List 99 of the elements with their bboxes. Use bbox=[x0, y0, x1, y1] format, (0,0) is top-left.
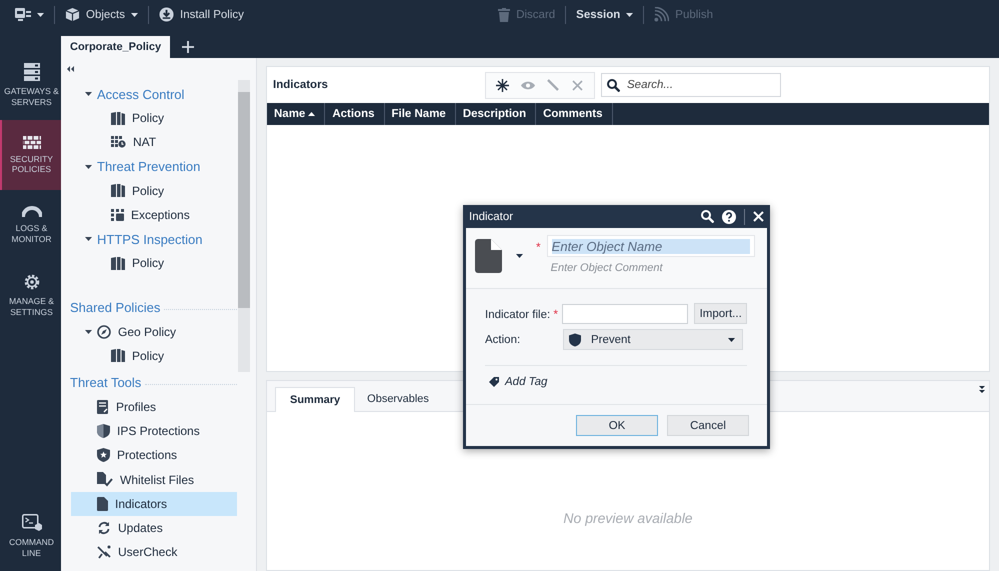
tree-item[interactable]: NAT bbox=[71, 130, 237, 155]
signal-icon bbox=[654, 7, 670, 22]
grid-clock-icon bbox=[111, 136, 126, 148]
dots-grid-icon bbox=[111, 209, 124, 222]
nav-item[interactable]: LOGS & MONITOR bbox=[0, 190, 61, 260]
caret-icon bbox=[37, 12, 44, 16]
tree-item[interactable]: Profiles bbox=[71, 394, 237, 420]
book-icon bbox=[111, 349, 125, 362]
dialog-button[interactable]: OK bbox=[576, 415, 658, 436]
required-mark: * bbox=[536, 240, 541, 254]
eye-icon bbox=[520, 80, 534, 90]
brick-wall-icon bbox=[22, 136, 40, 149]
tree-item[interactable]: Updates bbox=[71, 516, 237, 540]
tree-item[interactable]: Policy bbox=[71, 106, 237, 130]
close-icon[interactable] bbox=[753, 211, 764, 222]
gear-icon bbox=[22, 273, 40, 292]
dialog-button[interactable]: Cancel bbox=[667, 415, 749, 436]
comment-field[interactable]: Enter Object Comment bbox=[546, 260, 763, 275]
add-tab-icon[interactable] bbox=[182, 41, 194, 53]
collapse-icon[interactable] bbox=[979, 386, 985, 394]
column-header[interactable]: Description bbox=[456, 103, 536, 125]
terminal-icon bbox=[22, 514, 42, 532]
section-heading: Threat Tools bbox=[70, 370, 237, 395]
nav-item[interactable]: MANAGE & SETTINGS bbox=[0, 260, 61, 330]
tree-item[interactable]: Protections bbox=[71, 443, 237, 468]
tree-item[interactable]: Whitelist Files bbox=[71, 467, 237, 492]
tag-icon bbox=[489, 377, 499, 387]
nav-item[interactable]: SECURITY POLICIES bbox=[0, 120, 61, 190]
collapse-icon[interactable] bbox=[67, 66, 74, 72]
shield-icon bbox=[97, 424, 110, 438]
tree-item[interactable]: Indicators bbox=[71, 492, 237, 516]
details-tab[interactable]: Observables bbox=[355, 387, 441, 411]
import-button[interactable]: Import... bbox=[694, 303, 747, 324]
toolbar-button[interactable]: Session bbox=[576, 8, 634, 20]
app-menu-button[interactable] bbox=[15, 8, 44, 21]
book-icon bbox=[111, 112, 125, 125]
caret-icon bbox=[84, 237, 92, 242]
delete-icon bbox=[572, 80, 583, 90]
refresh-icon bbox=[97, 520, 111, 535]
nav-item[interactable]: COMMAND LINE bbox=[0, 507, 61, 565]
tree-item[interactable]: IPS Protections bbox=[71, 419, 237, 444]
column-header[interactable]: Comments bbox=[536, 103, 613, 125]
gauge-icon bbox=[22, 206, 42, 218]
caret-icon bbox=[84, 164, 92, 169]
tree-item[interactable]: Exceptions bbox=[71, 202, 237, 228]
nav-item[interactable]: GATEWAYS & SERVERS bbox=[0, 50, 61, 120]
action-dropdown[interactable]: Prevent bbox=[563, 329, 743, 350]
empty-message: No preview available bbox=[563, 510, 693, 528]
file-icon bbox=[475, 239, 502, 273]
details-tab[interactable]: Summary bbox=[275, 387, 356, 412]
tree-item[interactable]: HTTPS Inspection bbox=[71, 227, 237, 252]
tree-item[interactable]: Policy bbox=[71, 178, 237, 203]
file-icon bbox=[97, 496, 108, 511]
file-check-icon bbox=[97, 472, 113, 488]
pencil-icon bbox=[546, 79, 558, 91]
name-field[interactable]: Enter Object Name bbox=[546, 235, 755, 257]
tree-item[interactable]: Threat Prevention bbox=[71, 154, 237, 179]
shield-icon bbox=[569, 332, 581, 346]
panel-title: Indicators bbox=[273, 79, 329, 91]
field-label: Action: bbox=[485, 334, 522, 346]
add-tag-link[interactable]: Add Tag bbox=[489, 376, 548, 388]
input-field[interactable] bbox=[562, 304, 688, 324]
column-header[interactable]: Actions bbox=[325, 103, 384, 125]
policy-tab[interactable]: Corporate_Policy bbox=[61, 36, 170, 58]
caret-icon bbox=[84, 330, 92, 334]
caret-icon bbox=[728, 338, 735, 342]
compass-icon bbox=[97, 324, 111, 339]
toolbar-button[interactable]: Objects bbox=[65, 7, 138, 22]
dialog-title: Indicator bbox=[469, 210, 514, 222]
tree-item[interactable]: Policy bbox=[71, 344, 237, 368]
trash-icon bbox=[498, 8, 510, 22]
app-menu-icon bbox=[15, 8, 31, 21]
form-icon bbox=[97, 400, 109, 414]
object-icon-picker[interactable] bbox=[475, 239, 523, 273]
column-header[interactable]: Name bbox=[267, 103, 326, 125]
search-field[interactable]: Search... bbox=[601, 73, 781, 97]
tree-item[interactable]: Geo Policy bbox=[71, 320, 237, 344]
help-icon[interactable] bbox=[722, 210, 736, 224]
book-icon bbox=[111, 256, 125, 270]
toolbar-button[interactable]: Install Policy bbox=[159, 7, 244, 22]
server-icon bbox=[24, 63, 40, 82]
cube-icon bbox=[65, 7, 80, 22]
caret-icon bbox=[131, 12, 138, 16]
search-icon[interactable] bbox=[701, 210, 714, 223]
scrollbar[interactable] bbox=[238, 80, 250, 372]
asterisk-icon bbox=[496, 78, 509, 92]
shield-star-icon bbox=[97, 448, 110, 462]
column-header[interactable]: File Name bbox=[384, 103, 456, 125]
book-icon bbox=[111, 184, 125, 198]
tree-item[interactable]: Access Control bbox=[71, 82, 237, 106]
caret-icon bbox=[626, 12, 634, 16]
caret-icon bbox=[516, 254, 523, 258]
search-icon bbox=[607, 79, 620, 92]
download-icon bbox=[159, 7, 174, 22]
caret-icon bbox=[84, 92, 92, 96]
tree-item[interactable]: Policy bbox=[71, 251, 237, 276]
section-heading: Shared Policies bbox=[70, 296, 237, 320]
field-label: Indicator file: * bbox=[485, 306, 560, 320]
tree-item[interactable]: UserCheck bbox=[71, 540, 237, 564]
